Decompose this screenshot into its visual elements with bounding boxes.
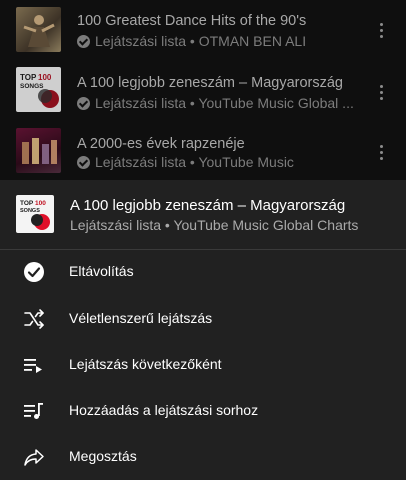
- sheet-title: A 100 legjobb zeneszám – Magyarország: [70, 197, 346, 214]
- playlist-title: 100 Greatest Dance Hits of the 90's: [77, 13, 307, 29]
- svg-text:100: 100: [38, 73, 52, 82]
- playlist-thumbnail: [16, 7, 61, 52]
- thumb-text-top: TOP: [20, 200, 34, 207]
- saved-check-icon: [77, 155, 90, 169]
- saved-check-icon: [77, 34, 90, 48]
- menu-item-shuffle[interactable]: Véletlenszerű lejátszás: [0, 296, 406, 342]
- playlist-title: A 2000-es évek rapzenéje: [77, 136, 245, 152]
- check-circle-icon: [24, 262, 44, 282]
- more-options-icon[interactable]: [376, 145, 386, 161]
- more-options-icon[interactable]: [376, 85, 386, 101]
- context-menu-sheet: TOP 100 SONGS A 100 legjobb zeneszám – M…: [0, 180, 406, 480]
- thumb-text-songs: SONGS: [20, 208, 40, 214]
- sheet-subtitle: Lejátszási lista • YouTube Music Global …: [70, 217, 359, 233]
- thumb-text-100: 100: [35, 200, 46, 207]
- share-icon: [24, 449, 44, 466]
- svg-text:SONGS: SONGS: [20, 83, 44, 90]
- playlist-subtitle: Lejátszási lista • YouTube Music: [77, 154, 294, 170]
- saved-check-icon: [77, 96, 90, 110]
- menu-item-share[interactable]: Megosztás: [0, 434, 406, 480]
- menu-label: Eltávolítás: [69, 263, 134, 279]
- svg-text:TOP: TOP: [20, 73, 37, 82]
- list-item[interactable]: A 2000-es évek rapzenéje Lejátszási list…: [0, 120, 406, 180]
- playlist-thumbnail: TOP 100 SONGS: [16, 67, 61, 112]
- playlist-title: A 100 legjobb zeneszám – Magyarország: [77, 75, 343, 91]
- menu-label: Megosztás: [69, 448, 137, 464]
- shuffle-icon: [24, 309, 44, 329]
- menu-label: Hozzáadás a lejátszási sorhoz: [69, 402, 259, 418]
- playlist-subtitle: Lejátszási lista • YouTube Music Global …: [77, 95, 354, 111]
- more-options-icon[interactable]: [376, 23, 386, 39]
- menu-label: Lejátszás következőként: [69, 356, 222, 372]
- sheet-header: TOP 100 SONGS A 100 legjobb zeneszám – M…: [0, 180, 406, 250]
- list-item[interactable]: 100 Greatest Dance Hits of the 90's Lejá…: [0, 0, 406, 60]
- menu-label: Véletlenszerű lejátszás: [69, 310, 213, 326]
- playlist-thumbnail: [16, 128, 61, 173]
- playlist-subtitle: Lejátszási lista • OTMAN BEN ALI: [77, 33, 306, 49]
- playlist-list: 100 Greatest Dance Hits of the 90's Lejá…: [0, 0, 406, 180]
- play-next-icon: [24, 359, 42, 373]
- playlist-thumbnail: TOP 100 SONGS: [16, 195, 54, 233]
- menu-item-play-next[interactable]: Lejátszás következőként: [0, 342, 406, 388]
- list-item[interactable]: TOP 100 SONGS A 100 legjobb zeneszám – M…: [0, 60, 406, 120]
- menu-item-add-to-queue[interactable]: Hozzáadás a lejátszási sorhoz: [0, 388, 406, 434]
- add-to-queue-icon: [24, 403, 43, 419]
- menu-item-remove[interactable]: Eltávolítás: [0, 249, 406, 295]
